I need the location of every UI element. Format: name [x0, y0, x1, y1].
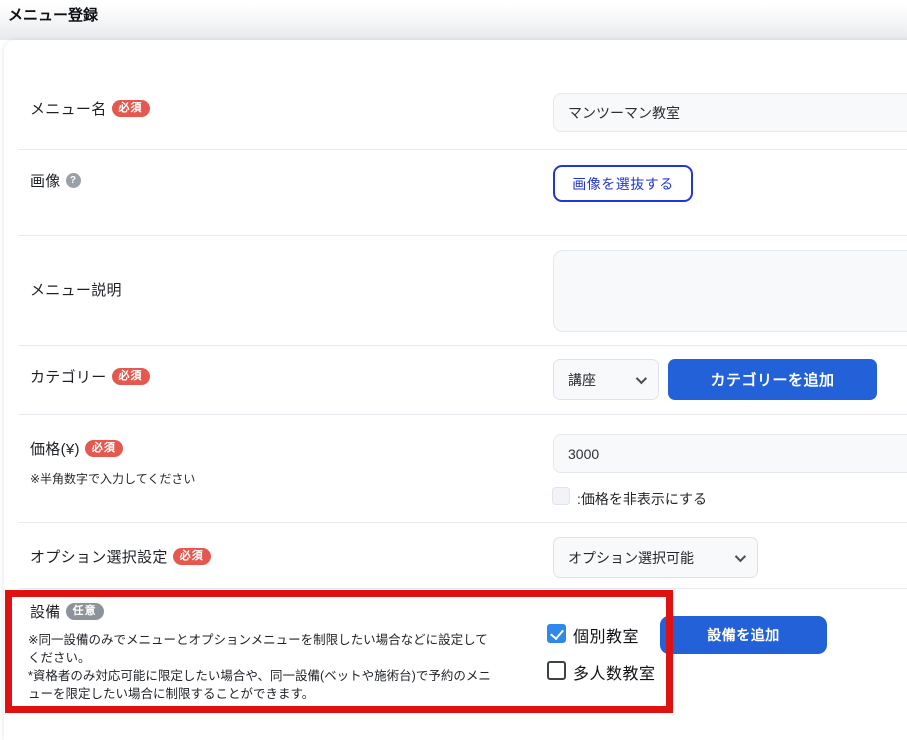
chevron-down-icon	[636, 372, 647, 383]
menu-name-label-text: メニュー名	[30, 98, 107, 119]
row-divider	[18, 588, 907, 589]
page-header: メニュー登録	[0, 0, 907, 40]
option-select[interactable]: オプション選択可能	[553, 537, 758, 578]
description-textarea[interactable]	[553, 250, 907, 332]
price-input[interactable]	[553, 434, 907, 473]
equipment-checkbox-group[interactable]	[547, 661, 566, 680]
image-label: 画像 ?	[30, 170, 81, 191]
image-label-text: 画像	[30, 170, 61, 191]
equipment-checkbox-private[interactable]	[547, 624, 566, 643]
required-badge: 必須	[112, 368, 150, 385]
description-label-text: メニュー説明	[30, 279, 122, 300]
equipment-label-text: 設備	[30, 601, 61, 622]
price-label-text: 価格(¥)	[30, 438, 80, 459]
row-divider	[18, 522, 907, 523]
category-selected-value: 講座	[568, 370, 596, 390]
optional-badge: 任意	[66, 603, 104, 620]
equipment-label: 設備 任意	[30, 601, 104, 622]
equipment-note-1: ※同一設備のみでメニューとオプションメニューを制限したい場合などに設定してくださ…	[28, 631, 496, 667]
required-badge: 必須	[173, 548, 211, 565]
category-select[interactable]: 講座	[553, 359, 659, 400]
equipment-checkbox-group-label: 多人数教室	[573, 660, 656, 684]
equipment-checkbox-private-label: 個別教室	[573, 623, 639, 647]
equipment-note-2: *資格者のみ対応可能に限定したい場合や、同一設備(ベットや施術台)で予約のメニュ…	[28, 667, 496, 703]
row-divider	[18, 235, 907, 236]
page-title: メニュー登録	[8, 4, 98, 25]
hide-price-checkbox[interactable]	[552, 487, 570, 505]
add-equipment-button[interactable]: 設備を追加	[660, 616, 827, 654]
menu-name-input[interactable]	[553, 93, 907, 132]
option-setting-label: オプション選択設定 必須	[30, 546, 211, 567]
hide-price-label: :価格を非表示にする	[577, 489, 707, 509]
menu-name-label: メニュー名 必須	[30, 98, 150, 119]
equipment-notes: ※同一設備のみでメニューとオプションメニューを制限したい場合などに設定してくださ…	[28, 631, 496, 703]
chevron-down-icon	[735, 550, 746, 561]
row-divider	[18, 149, 907, 150]
description-label: メニュー説明	[30, 279, 122, 300]
row-divider	[18, 345, 907, 346]
required-badge: 必須	[85, 440, 123, 457]
row-divider	[18, 414, 907, 415]
required-badge: 必須	[112, 100, 150, 117]
select-image-button[interactable]: 画像を選抜する	[553, 165, 693, 202]
add-category-button[interactable]: カテゴリーを追加	[668, 359, 877, 400]
price-label: 価格(¥) 必須	[30, 438, 123, 459]
menu-registration-screen: メニュー登録 メニュー名 必須 画像 ? 画像を選抜する メニュー説明 カテゴリ…	[0, 0, 907, 718]
help-icon[interactable]: ?	[66, 173, 81, 188]
category-label-text: カテゴリー	[30, 366, 107, 387]
price-note: ※半角数字で入力してください	[30, 470, 195, 487]
category-label: カテゴリー 必須	[30, 366, 150, 387]
option-setting-label-text: オプション選択設定	[30, 546, 168, 567]
option-selected-value: オプション選択可能	[568, 548, 694, 568]
